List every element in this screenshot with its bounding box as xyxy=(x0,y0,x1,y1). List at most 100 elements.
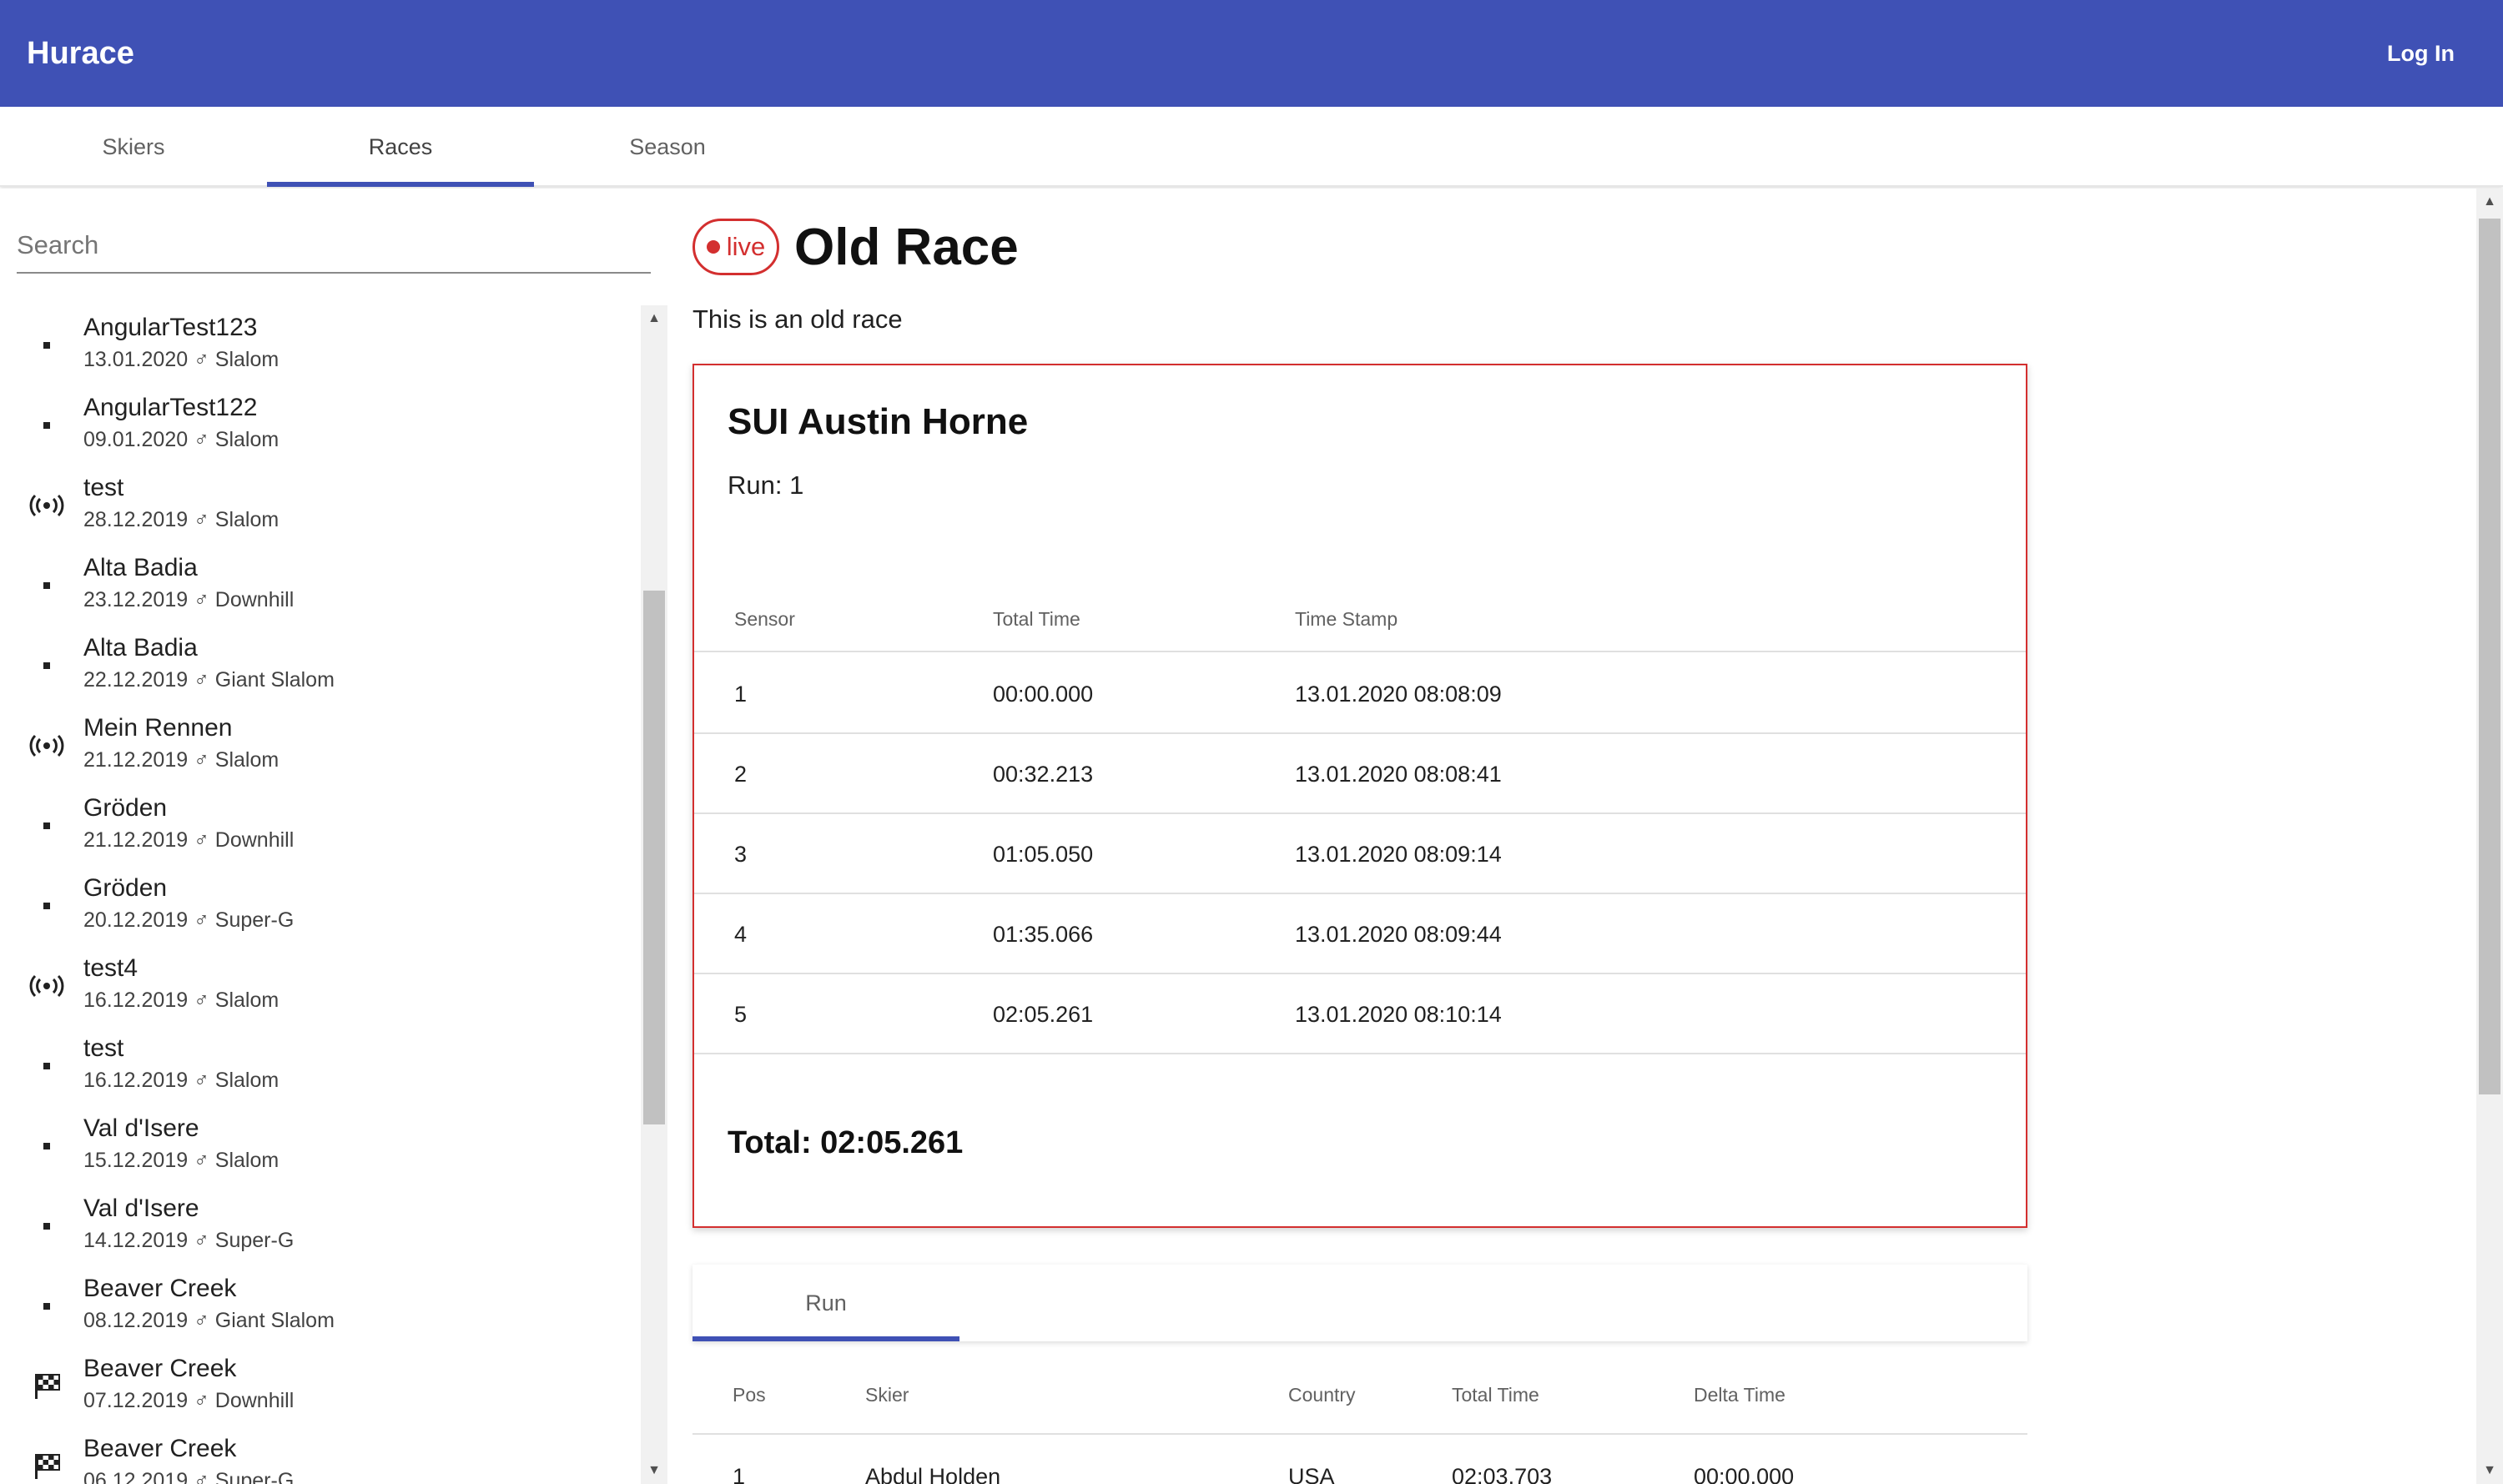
race-discipline: Giant Slalom xyxy=(214,1309,335,1332)
square-dot-icon xyxy=(22,1026,72,1106)
male-icon: ♂ xyxy=(194,1069,209,1092)
list-item[interactable]: Mein Rennen 21.12.2019 ♂ Slalom xyxy=(0,706,641,786)
sensor-time-stamp: 13.01.2020 08:09:14 xyxy=(1295,842,1502,867)
sensor-time-stamp: 13.01.2020 08:08:09 xyxy=(1295,682,1502,707)
result-country: USA xyxy=(1288,1464,1335,1484)
sensor-number: 5 xyxy=(734,1002,748,1027)
list-item[interactable]: Val d'Isere 15.12.2019 ♂ Slalom xyxy=(0,1106,641,1186)
sidebar-scrollbar-thumb[interactable] xyxy=(643,591,665,1124)
list-item[interactable]: Beaver Creek 07.12.2019 ♂ Downhill xyxy=(0,1346,641,1426)
race-date: 21.12.2019 xyxy=(83,748,189,772)
tab-races[interactable]: Races xyxy=(267,107,534,187)
tab-run[interactable]: Run xyxy=(692,1265,959,1341)
tab-skiers[interactable]: Skiers xyxy=(0,107,267,187)
list-item[interactable]: Gröden 20.12.2019 ♂ Super-G xyxy=(0,866,641,946)
list-item[interactable]: test 28.12.2019 ♂ Slalom xyxy=(0,465,641,546)
result-total-time: 02:03.703 xyxy=(1452,1464,1553,1484)
list-item[interactable]: Alta Badia 23.12.2019 ♂ Downhill xyxy=(0,546,641,626)
table-row: 5 02:05.261 13.01.2020 08:10:14 xyxy=(694,974,2026,1054)
login-button[interactable]: Log In xyxy=(2387,37,2455,70)
race-meta: 21.12.2019 ♂ Slalom xyxy=(83,746,279,774)
run-tab-indicator xyxy=(692,1336,959,1341)
scroll-down-icon[interactable]: ▼ xyxy=(641,1457,667,1484)
race-name: Beaver Creek xyxy=(83,1355,237,1382)
list-item[interactable]: AngularTest123 13.01.2020 ♂ Slalom xyxy=(0,305,641,385)
list-item[interactable]: test4 16.12.2019 ♂ Slalom xyxy=(0,946,641,1026)
male-icon: ♂ xyxy=(194,508,209,531)
scroll-up-icon[interactable]: ▲ xyxy=(641,305,667,332)
race-discipline: Super-G xyxy=(214,1469,295,1484)
run-tabs: Run xyxy=(692,1265,2027,1341)
column-header-delta-time: Delta Time xyxy=(1694,1384,1785,1406)
column-header-time-stamp: Time Stamp xyxy=(1295,608,1398,630)
race-name: test xyxy=(83,474,124,501)
race-date: 09.01.2020 xyxy=(83,428,189,451)
live-label: live xyxy=(726,232,766,261)
race-date: 21.12.2019 xyxy=(83,828,189,852)
active-tab-indicator xyxy=(267,182,534,187)
race-discipline: Downhill xyxy=(214,1389,295,1412)
app-toolbar: Hurace Log In xyxy=(0,0,2503,107)
race-meta: 23.12.2019 ♂ Downhill xyxy=(83,586,294,614)
race-description: This is an old race xyxy=(692,304,903,334)
page-scroll-down-icon[interactable]: ▼ xyxy=(2476,1457,2503,1484)
column-header-sensor: Sensor xyxy=(734,608,795,630)
page-scrollbar-thumb[interactable] xyxy=(2479,219,2500,1094)
tab-season[interactable]: Season xyxy=(534,107,801,187)
race-meta: 06.12.2019 ♂ Super-G xyxy=(83,1466,294,1484)
page-scrollbar[interactable]: ▲ ▼ xyxy=(2476,189,2503,1484)
sensor-total-time: 01:05.050 xyxy=(993,842,1094,867)
race-name: test xyxy=(83,1034,124,1062)
sensor-time-stamp: 13.01.2020 08:10:14 xyxy=(1295,1002,1502,1027)
race-name: AngularTest123 xyxy=(83,314,258,341)
race-sidebar: AngularTest12313.01.2020 ♂ SlalomAngular… xyxy=(0,189,667,1484)
square-dot-icon xyxy=(22,546,72,626)
race-date: 23.12.2019 xyxy=(83,588,189,611)
list-item[interactable]: AngularTest122 09.01.2020 ♂ Slalom xyxy=(0,385,641,465)
male-icon: ♂ xyxy=(194,668,209,692)
male-icon: ♂ xyxy=(194,748,209,772)
broadcast-icon xyxy=(22,706,72,786)
male-icon: ♂ xyxy=(194,588,209,611)
race-meta: 20.12.2019 ♂ Super-G xyxy=(83,906,294,934)
race-discipline: Super-G xyxy=(214,908,295,932)
sensor-number: 4 xyxy=(734,922,748,947)
male-icon: ♂ xyxy=(194,1309,209,1332)
race-name: Alta Badia xyxy=(83,554,198,581)
list-item[interactable]: Beaver Creek 06.12.2019 ♂ Super-G xyxy=(0,1426,641,1484)
race-date: 20.12.2019 xyxy=(83,908,189,932)
current-skier-card: SUI Austin Horne Run: 1 Sensor Total Tim… xyxy=(692,364,2027,1228)
race-date: 16.12.2019 xyxy=(83,988,189,1012)
list-item[interactable]: Gröden 21.12.2019 ♂ Downhill xyxy=(0,786,641,866)
sidebar-scrollbar[interactable]: ▲ ▼ xyxy=(641,305,667,1484)
broadcast-icon xyxy=(22,465,72,546)
square-dot-icon xyxy=(22,1266,72,1346)
list-item[interactable]: test 16.12.2019 ♂ Slalom xyxy=(0,1026,641,1106)
column-header-total-time: Total Time xyxy=(993,608,1080,630)
race-date: 06.12.2019 xyxy=(83,1469,189,1484)
page-scroll-up-icon[interactable]: ▲ xyxy=(2476,189,2503,215)
race-meta: 22.12.2019 ♂ Giant Slalom xyxy=(83,666,335,694)
table-row[interactable]: 1 Abdul Holden USA 02:03.703 00:00.000 xyxy=(692,1436,2027,1484)
sensor-time-stamp: 13.01.2020 08:09:44 xyxy=(1295,922,1502,947)
list-item[interactable]: Beaver Creek 08.12.2019 ♂ Giant Slalom xyxy=(0,1266,641,1346)
race-discipline: Slalom xyxy=(214,1149,280,1172)
column-header-skier: Skier xyxy=(865,1384,909,1406)
app-title: Hurace xyxy=(27,36,134,71)
male-icon: ♂ xyxy=(194,1149,209,1172)
race-name: test4 xyxy=(83,954,138,982)
square-dot-icon xyxy=(22,385,72,465)
race-meta: 15.12.2019 ♂ Slalom xyxy=(83,1146,279,1175)
search-input[interactable] xyxy=(17,220,651,270)
race-discipline: Slalom xyxy=(214,988,280,1012)
race-discipline: Slalom xyxy=(214,508,280,531)
run-label: Run: 1 xyxy=(728,470,804,500)
male-icon: ♂ xyxy=(194,908,209,932)
male-icon: ♂ xyxy=(194,988,209,1012)
list-item[interactable]: Val d'Isere 14.12.2019 ♂ Super-G xyxy=(0,1186,641,1266)
sensor-table-header: Sensor Total Time Time Stamp xyxy=(694,586,2026,652)
list-item[interactable]: Alta Badia 22.12.2019 ♂ Giant Slalom xyxy=(0,626,641,706)
live-dot-icon xyxy=(706,240,720,254)
male-icon: ♂ xyxy=(194,428,209,451)
race-date: 07.12.2019 xyxy=(83,1389,189,1412)
